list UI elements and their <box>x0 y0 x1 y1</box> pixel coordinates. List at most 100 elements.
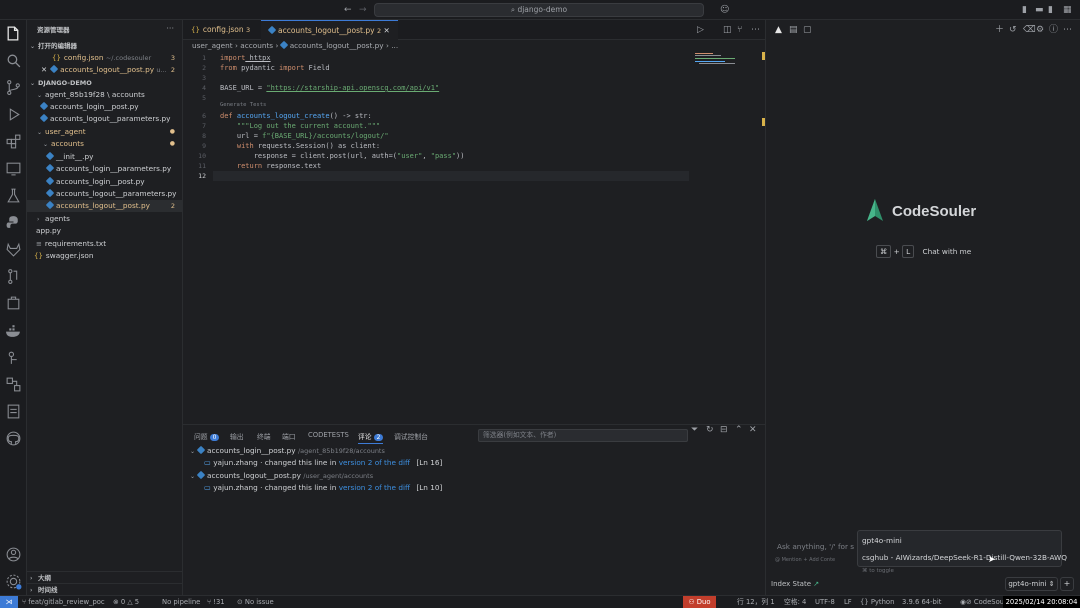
breadcrumb-item[interactable]: ... <box>391 41 398 50</box>
code-editor[interactable]: 1 2 3 4 5 6 7 8 9 10 11 12 import httpx … <box>183 52 765 424</box>
tab-accounts-logout-post[interactable]: accounts_logout__post.py 2 ✕ <box>261 20 398 40</box>
tab-ports[interactable]: 端口 <box>282 431 296 441</box>
model-option[interactable]: gpt4o-mini <box>862 536 902 545</box>
language-mode[interactable]: {} Python <box>860 596 894 608</box>
tree-folder-accounts[interactable]: ⌄ accounts ● <box>27 138 183 150</box>
open-editor-config[interactable]: {} config.json ~/.codesouler 3 <box>27 52 183 64</box>
explorer-icon[interactable] <box>5 25 22 42</box>
more-actions-icon[interactable]: ⋯ <box>1063 20 1072 40</box>
diff-version-link[interactable]: version 2 of the diff <box>339 458 410 467</box>
split-editor-icon[interactable]: ◫ <box>723 20 732 40</box>
tree-file[interactable]: accounts_login__parameters.py <box>27 163 183 175</box>
python-interpreter[interactable]: 3.9.6 64-bit <box>902 596 941 608</box>
graph-icon[interactable] <box>5 376 22 393</box>
codesouler-status[interactable]: ⊘ CodeSou <box>966 596 1004 608</box>
tree-folder-agent-accounts[interactable]: ⌄ agent_85b19f28 \ accounts <box>27 89 183 101</box>
tab-comments[interactable]: 评论 2 <box>358 431 384 444</box>
source-control-icon[interactable] <box>5 79 22 96</box>
tree-file[interactable]: app.py <box>27 225 183 237</box>
gitlab-duo-button[interactable]: ⚇ Duo <box>683 596 716 608</box>
close-icon[interactable]: ✕ <box>383 26 389 35</box>
more-actions-icon[interactable]: ··· <box>166 24 174 33</box>
info-icon[interactable]: ⓘ <box>1049 20 1058 40</box>
database-icon[interactable] <box>5 403 22 420</box>
docker-icon[interactable] <box>5 322 22 339</box>
breadcrumb-item[interactable]: user_agent <box>192 41 233 50</box>
comments-filter-input[interactable]: 筛选器(例如文本、作者) <box>478 429 688 442</box>
search-sidebar-icon[interactable] <box>5 52 22 69</box>
toggle-panel-icon[interactable]: ▬ <box>1035 0 1044 20</box>
end-of-line[interactable]: LF <box>844 596 852 608</box>
tree-folder-user-agent[interactable]: ⌄ user_agent ● <box>27 126 183 138</box>
codesouler-tab-icon[interactable]: ▲ <box>775 20 782 40</box>
command-center-search[interactable]: ⌕ django-demo <box>374 3 704 17</box>
comment-row[interactable]: ▭ yajun.zhang · changed this line in ver… <box>204 458 442 467</box>
tab-config-json[interactable]: {} config.json 3 <box>183 20 258 40</box>
tree-file[interactable]: accounts_logout__parameters.py <box>27 188 183 200</box>
comment-row[interactable]: ▭ yajun.zhang · changed this line in ver… <box>204 483 442 492</box>
diff-version-link[interactable]: version 2 of the diff <box>339 483 410 492</box>
mention-hint[interactable]: @ Mention <box>775 557 802 563</box>
tree-file[interactable]: accounts_login__post.py <box>27 176 183 188</box>
collapse-all-icon[interactable]: ⊟ <box>720 420 728 440</box>
merge-request-status[interactable]: ⑂ !31 <box>207 596 225 608</box>
pull-request-icon[interactable] <box>5 268 22 285</box>
minimap[interactable] <box>695 52 765 66</box>
toggle-secondary-sidebar-icon[interactable]: ▮ <box>1048 0 1053 20</box>
outline-header[interactable]: › 大纲 <box>27 571 183 583</box>
git-icon[interactable]: ⑂ <box>737 20 742 40</box>
testing-flask-icon[interactable] <box>5 187 22 204</box>
add-context-button[interactable]: + <box>1060 577 1074 591</box>
tab-problems[interactable]: 问题 0 <box>194 431 220 441</box>
model-select[interactable]: gpt4o-mini ⇕ <box>1005 577 1058 591</box>
tab-terminal[interactable]: 终端 <box>257 431 271 441</box>
project-header[interactable]: ⌄ DJANGO-DEMO <box>27 77 183 89</box>
tree-file[interactable]: __init__.py <box>27 151 183 163</box>
forward-arrow-icon[interactable]: → <box>359 0 367 20</box>
chat-input[interactable]: Ask anything, '/' for s <box>777 542 854 551</box>
remote-indicator-icon[interactable]: ⋊ <box>0 596 18 608</box>
close-icon[interactable]: ✕ <box>41 65 47 74</box>
tab-output[interactable]: 输出 <box>230 431 244 441</box>
pipeline-icon[interactable] <box>5 349 22 366</box>
package-icon[interactable] <box>5 295 22 312</box>
model-option[interactable]: csghub - AIWizards/DeepSeek-R1-Distill-Q… <box>862 553 1067 562</box>
close-panel-icon[interactable]: ✕ <box>749 420 757 440</box>
indentation[interactable]: 空格: 4 <box>784 596 806 608</box>
breadcrumb-item[interactable]: accounts_logout__post.py <box>290 41 384 50</box>
python-icon[interactable] <box>5 214 22 231</box>
tab-debug-console[interactable]: 调试控制台 <box>394 431 428 441</box>
maximize-panel-icon[interactable]: ⌃ <box>735 420 743 440</box>
run-debug-icon[interactable] <box>5 106 22 123</box>
breadcrumb-item[interactable]: accounts <box>240 41 273 50</box>
comment-file-row[interactable]: ⌄ accounts_logout__post.py /user_agent/ac… <box>190 470 373 480</box>
copilot-icon[interactable]: ☺ <box>720 0 729 20</box>
pipeline-status[interactable]: No pipeline <box>162 596 200 608</box>
run-icon[interactable]: ▷ <box>697 20 704 40</box>
history-icon[interactable]: ↺ <box>1009 20 1017 40</box>
open-editors-header[interactable]: ⌄ 打开的编辑器 <box>27 40 183 52</box>
tab-codetests[interactable]: CODETESTS <box>308 431 349 439</box>
remote-explorer-icon[interactable] <box>5 160 22 177</box>
chat-bubble-icon[interactable]: ▢ <box>803 20 812 40</box>
tree-file[interactable]: {} swagger.json <box>27 250 183 262</box>
notes-icon[interactable]: ▤ <box>789 20 798 40</box>
tree-file[interactable]: ≡ requirements.txt <box>27 238 183 250</box>
add-context-hint[interactable]: + Add Conte <box>803 557 835 563</box>
encoding[interactable]: UTF-8 <box>815 596 835 608</box>
back-arrow-icon[interactable]: ← <box>344 0 352 20</box>
toggle-sidebar-icon[interactable]: ▮ <box>1022 0 1027 20</box>
tree-file[interactable]: accounts_logout__parameters.py <box>27 113 183 125</box>
problems-indicator[interactable]: ⊗ 0 △ 5 <box>113 596 139 608</box>
account-icon[interactable] <box>5 546 22 563</box>
new-chat-icon[interactable]: ＋ <box>995 20 1004 40</box>
codelens-generate-tests[interactable]: Generate Tests <box>220 102 266 108</box>
filter-icon[interactable]: ⏷ <box>691 420 698 440</box>
timeline-header[interactable]: › 时间线 <box>27 583 183 595</box>
tree-folder-agents[interactable]: › agents <box>27 213 183 225</box>
issue-status[interactable]: ⊙ No issue <box>237 596 274 608</box>
refresh-icon[interactable]: ↻ <box>706 420 714 440</box>
github-icon[interactable] <box>5 430 22 447</box>
comment-file-row[interactable]: ⌄ accounts_login__post.py /agent_85b19f28… <box>190 445 385 455</box>
more-actions-icon[interactable]: ⋯ <box>751 20 760 40</box>
